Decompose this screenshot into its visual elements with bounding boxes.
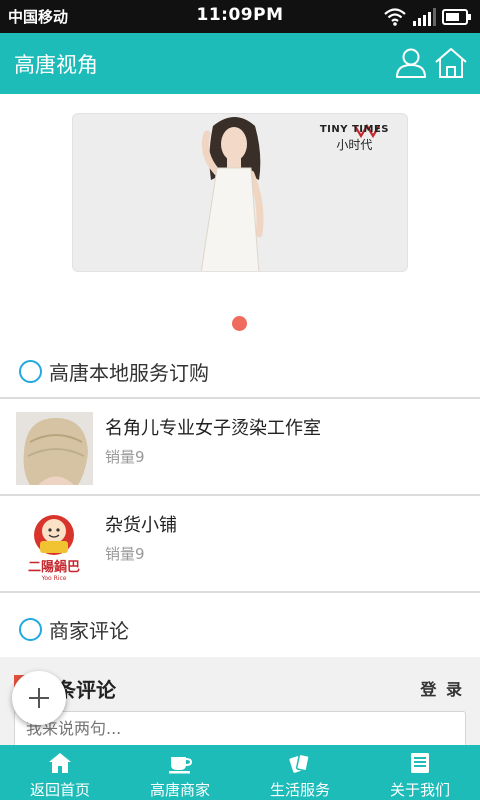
- user-icon[interactable]: [394, 46, 428, 80]
- login-button[interactable]: 登 录: [420, 676, 464, 700]
- home-icon[interactable]: [434, 46, 468, 80]
- circle-icon: [19, 618, 42, 641]
- item-name: 杂货小铺: [105, 515, 177, 536]
- signal-icon: [413, 8, 436, 26]
- banner-carousel[interactable]: TINY TIMES 小时代: [72, 113, 408, 272]
- tab-label: 返回首页: [29, 781, 90, 799]
- status-icons: [384, 7, 474, 27]
- hair-salon-thumbnail: [16, 412, 93, 485]
- tab-about-us[interactable]: 关于我们: [360, 745, 480, 800]
- item-sales: 销量9: [105, 545, 145, 563]
- tab-label: 生活服务: [269, 781, 330, 799]
- section-local-services: 高唐本地服务订购: [0, 337, 480, 397]
- circle-icon: [19, 360, 42, 383]
- tab-label: 高唐商家: [149, 781, 210, 799]
- plus-icon-stroke: [38, 688, 40, 708]
- wifi-icon: [384, 8, 406, 26]
- section-title: 高唐本地服务订购: [49, 361, 209, 385]
- document-icon: [411, 753, 429, 773]
- tab-home[interactable]: 返回首页: [0, 745, 120, 800]
- coffee-cup-icon: [169, 757, 192, 774]
- bottom-tab-bar: 返回首页 高唐商家 生活服务 关于我们: [0, 745, 480, 800]
- list-item[interactable]: 名角儿专业女子烫染工作室 销量9: [0, 399, 480, 495]
- add-button[interactable]: [12, 671, 66, 725]
- tab-label: 关于我们: [389, 781, 450, 799]
- section-title: 商家评论: [49, 619, 129, 643]
- home-icon: [49, 753, 71, 773]
- tab-life-services[interactable]: 生活服务: [240, 745, 360, 800]
- svg-text:二陽鍋巴: 二陽鍋巴: [28, 559, 80, 575]
- comment-input[interactable]: [14, 711, 466, 745]
- list-item[interactable]: 二陽鍋巴 Yoo Rice 杂货小铺 销量9: [0, 496, 480, 592]
- tab-merchants[interactable]: 高唐商家: [120, 745, 240, 800]
- app-bar: 高唐视角: [0, 33, 480, 94]
- comments-panel: 条评论 登 录: [0, 657, 480, 745]
- rice-shop-logo: 二陽鍋巴 Yoo Rice: [16, 509, 93, 582]
- carousel-pager-dot[interactable]: [232, 316, 247, 331]
- item-name: 名角儿专业女子烫染工作室: [105, 418, 321, 439]
- banner-brand: TINY TIMES 小时代: [320, 124, 389, 153]
- banner-brand-en: TINY TIMES: [319, 124, 389, 135]
- battery-icon: [442, 9, 471, 25]
- svg-text:Yoo Rice: Yoo Rice: [41, 575, 67, 582]
- item-sales: 销量9: [105, 448, 145, 466]
- app-title: 高唐视角: [14, 53, 98, 77]
- divider: [0, 591, 480, 593]
- banner-brand-cn: 小时代: [336, 138, 373, 152]
- status-bar: 中国移动 11:09PM: [0, 0, 480, 33]
- section-merchant-reviews: 商家评论: [0, 595, 480, 655]
- cards-icon: [289, 753, 310, 773]
